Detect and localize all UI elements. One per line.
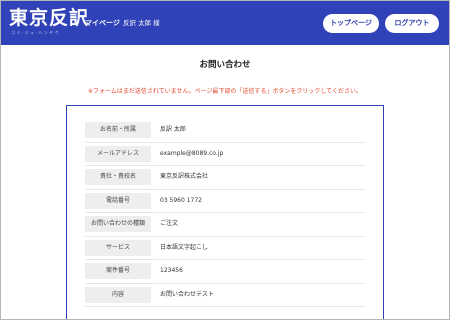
page-title: お問い合わせ <box>199 60 251 70</box>
mypage-link[interactable]: マイページ <box>85 19 120 28</box>
logo-subtitle: ゴミ·ジュ·ハンヤク <box>11 30 61 35</box>
site-header: 東京反訳 ゴミ·ジュ·ハンヤク マイページ 反訳 太郎 様 トップページ ログア… <box>0 0 450 45</box>
row-value: 03 5960 1772 <box>160 196 202 204</box>
form-row-company: 貴社・貴校名 東京反訳株式会社 <box>85 166 365 190</box>
row-value: example@8089.co.jp <box>160 149 224 157</box>
user-name: 反訳 太郎 様 <box>123 19 160 27</box>
row-label: 内容 <box>85 286 151 303</box>
confirmation-panel: お名前・所属 反訳 太郎 メールアドレス example@8089.co.jp … <box>66 105 384 320</box>
row-value: ご注文 <box>160 220 179 228</box>
row-value: 123456 <box>160 267 183 275</box>
form-row-inquiry-type: お問い合わせの種類 ご注文 <box>85 213 365 237</box>
row-label: 電話番号 <box>85 192 151 209</box>
row-label: 貴社・貴校名 <box>85 169 151 186</box>
form-rows: お名前・所属 反訳 太郎 メールアドレス example@8089.co.jp … <box>85 119 365 307</box>
form-row-phone: 電話番号 03 5960 1772 <box>85 190 365 213</box>
row-label: お名前・所属 <box>85 122 151 139</box>
form-row-email: メールアドレス example@8089.co.jp <box>85 143 365 166</box>
top-page-button[interactable]: トップページ <box>323 14 379 33</box>
row-label: お問い合わせの種類 <box>85 216 151 233</box>
row-value: 日本語文字起こし <box>160 243 209 251</box>
row-label: 案件番号 <box>85 263 151 280</box>
row-value: お問い合わせテスト <box>160 290 215 298</box>
row-label: サービス <box>85 239 151 256</box>
form-row-name: お名前・所属 反訳 太郎 <box>85 119 365 143</box>
form-row-content: 内容 お問い合わせテスト <box>85 284 365 307</box>
row-label: メールアドレス <box>85 145 151 162</box>
logout-button[interactable]: ログアウト <box>385 14 439 33</box>
form-row-project-number: 案件番号 123456 <box>85 260 365 284</box>
row-value: 東京反訳株式会社 <box>160 173 209 181</box>
form-row-service: サービス 日本語文字起こし <box>85 237 365 260</box>
form-notice: ※フォームはまだ送信されていません。ページ最下部の「送信する」ボタンをクリックし… <box>87 88 362 95</box>
row-value: 反訳 太郎 <box>160 126 186 134</box>
site-logo[interactable]: 東京反訳 <box>9 8 89 28</box>
